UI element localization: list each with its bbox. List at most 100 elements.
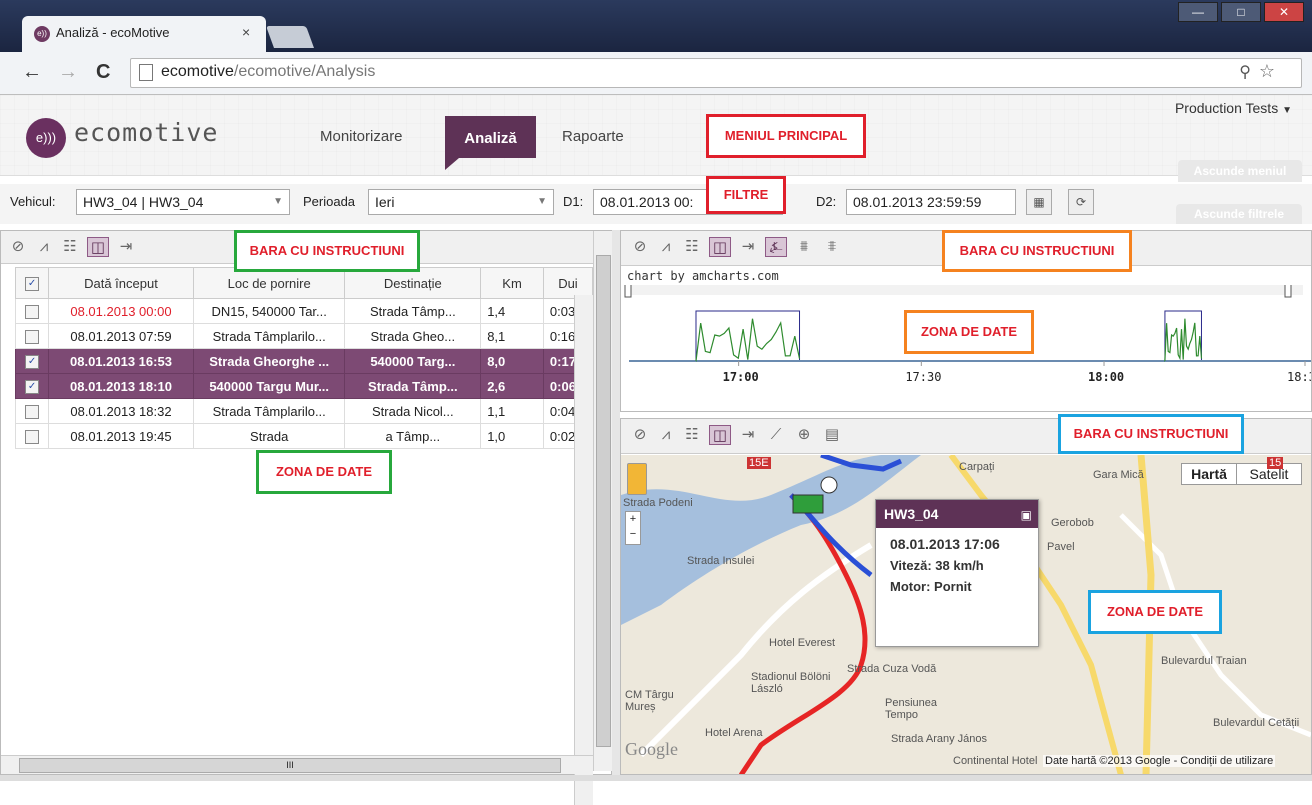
row-checkbox[interactable]: ✓	[14, 373, 50, 399]
speed-chart-icon[interactable]: ⍼	[765, 237, 787, 257]
popup-engine: Motor: Pornit	[890, 579, 972, 594]
route-icon[interactable]: ⟋	[765, 425, 787, 445]
table-row[interactable]: 08.01.2013 19:45 Strada a Tâmp... 1,0 0:02	[14, 423, 594, 449]
restore-button[interactable]: □	[1221, 2, 1261, 22]
x-tick-label: 17:30	[905, 370, 941, 384]
map-label: Bulevardul Traian	[1161, 655, 1247, 667]
menu-analiza[interactable]: Analiză	[445, 116, 536, 170]
column-header[interactable]: Destinație	[344, 267, 482, 299]
list-icon[interactable]: ☷	[59, 237, 81, 257]
table-scrollbar-h[interactable]: III	[1, 755, 593, 774]
url-bar[interactable]: ecomotive/ecomotive/Analysis ⚲ ☆ ≡	[130, 58, 1302, 88]
calendar-icon[interactable]: ▦	[1026, 189, 1052, 215]
table-row[interactable]: 08.01.2013 00:00 DN15, 540000 Tar... Strad…	[14, 298, 594, 324]
vehicle-select[interactable]: HW3_04 | HW3_04 ▼	[76, 189, 290, 215]
d2-label: D2:	[816, 194, 837, 209]
close-icon[interactable]: ▣	[1021, 501, 1032, 529]
scroll-handle-left[interactable]	[624, 285, 632, 298]
panel-splitter[interactable]	[612, 230, 620, 775]
chart-icon[interactable]: ⩘	[655, 425, 677, 445]
row-checkbox[interactable]	[14, 398, 50, 424]
row-checkbox[interactable]	[14, 423, 50, 449]
x-tick-label: 18:00	[1088, 370, 1124, 384]
zoom-chart-icon[interactable]: ⩨	[821, 237, 843, 257]
hide-filters-button[interactable]: Ascunde filtrele	[1176, 204, 1302, 224]
cell-start: 08.01.2013 18:32	[48, 398, 194, 424]
table-row[interactable]: ✓ 08.01.2013 18:10 540000 Targu Mur... Stra…	[14, 373, 594, 399]
menu-rapoarte[interactable]: Rapoarte	[562, 128, 624, 145]
zoom-icon[interactable]: ⚲	[1239, 62, 1251, 82]
cell-to: 540000 Targ...	[344, 348, 482, 374]
account-dropdown[interactable]: Production Tests ▼	[1175, 100, 1292, 116]
account-name: Production Tests	[1174, 100, 1279, 116]
map-label: CM Târgu Mureș	[625, 689, 674, 713]
url-host: ecomotive	[161, 63, 234, 80]
map-type-harta-button[interactable]: Hartă	[1181, 463, 1237, 485]
layout-icon[interactable]: ◫	[87, 237, 109, 257]
chart-scrollbar[interactable]	[629, 285, 1303, 295]
speedometer-icon[interactable]: ⊘	[7, 237, 29, 257]
road-badge: 15E	[747, 457, 771, 469]
cell-to: Strada Tâmp...	[344, 373, 482, 399]
tab-title: Analiză - ecoMotive	[56, 25, 170, 40]
back-icon[interactable]: ←	[22, 62, 42, 82]
target-icon[interactable]: ⊕	[793, 425, 815, 445]
scroll-handle-right[interactable]	[1284, 285, 1292, 298]
select-all-checkbox[interactable]: ✓	[14, 267, 50, 299]
vehicle-value: HW3_04 | HW3_04	[83, 194, 204, 210]
comment-icon[interactable]: ▤	[821, 425, 843, 445]
chart-icon[interactable]: ⩘	[33, 237, 55, 257]
column-header[interactable]: Dată început	[48, 267, 194, 299]
close-window-button[interactable]: ✕	[1264, 2, 1304, 22]
layout-icon[interactable]: ◫	[709, 425, 731, 445]
star-icon[interactable]: ☆	[1259, 61, 1275, 82]
reload-icon[interactable]: C	[96, 62, 110, 82]
list-icon[interactable]: ☷	[681, 237, 703, 257]
forward-icon[interactable]: →	[58, 62, 78, 82]
column-header[interactable]: Loc de pornire	[192, 267, 346, 299]
speedometer-icon[interactable]: ⊘	[629, 425, 651, 445]
table-row[interactable]: 08.01.2013 07:59 Strada Tâmplarilo... Stra…	[14, 323, 594, 349]
url-path: /ecomotive/Analysis	[233, 63, 376, 80]
column-header[interactable]: Dui	[542, 267, 594, 299]
row-checkbox[interactable]	[14, 323, 50, 349]
minimize-button[interactable]: —	[1178, 2, 1218, 22]
trips-table: ✓ Dată început Loc de pornire Destinație…	[14, 267, 594, 449]
table-row[interactable]: ✓ 08.01.2013 16:53 Strada Gheorghe ... 5400…	[14, 348, 594, 374]
d2-input[interactable]: 08.01.2013 23:59:59	[846, 189, 1016, 215]
street-view-icon[interactable]	[627, 463, 647, 495]
hide-menu-button[interactable]: Ascunde meniul	[1178, 160, 1302, 182]
map-attribution[interactable]: Date hartă ©2013 Google - Condiții de ut…	[1043, 755, 1276, 767]
new-tab-button[interactable]	[265, 26, 315, 48]
export-icon[interactable]: ⇥	[737, 237, 759, 257]
map-label: Pavel	[1047, 541, 1075, 553]
ecomotive-favicon-icon: e))	[34, 26, 50, 42]
filter-icon[interactable]: ⩩	[793, 237, 815, 257]
tab-close-icon[interactable]: ×	[242, 24, 250, 40]
chart-credit: chart by amcharts.com	[627, 269, 779, 283]
row-checkbox[interactable]	[14, 298, 50, 324]
chart-icon[interactable]: ⩘	[655, 237, 677, 257]
popup-date: 08.01.2013 17:06	[890, 536, 1000, 552]
table-scrollbar-v[interactable]	[574, 295, 593, 805]
layout-icon[interactable]: ◫	[709, 237, 731, 257]
period-select[interactable]: Ieri ▼	[368, 189, 554, 215]
chevron-down-icon: ▼	[537, 196, 547, 207]
table-row[interactable]: 08.01.2013 18:32 Strada Tâmplarilo... Stra…	[14, 398, 594, 424]
column-header[interactable]: Km	[480, 267, 544, 299]
speedometer-icon[interactable]: ⊘	[629, 237, 651, 257]
zoom-control[interactable]: + −	[625, 511, 641, 545]
cell-from: DN15, 540000 Tar...	[192, 298, 346, 324]
list-icon[interactable]: ☷	[681, 425, 703, 445]
row-checkbox[interactable]: ✓	[14, 348, 50, 374]
panel-scrollbar-v[interactable]	[593, 231, 612, 771]
export-icon[interactable]: ⇥	[115, 237, 137, 257]
scrollbar-thumb[interactable]: III	[19, 758, 561, 773]
cell-to: a Tâmp...	[344, 423, 482, 449]
scrollbar-thumb[interactable]	[596, 255, 611, 747]
menu-monitorizare[interactable]: Monitorizare	[320, 128, 403, 145]
refresh-icon[interactable]: ⟳	[1068, 189, 1094, 215]
checkbox-icon: ✓	[25, 379, 40, 394]
browser-tab[interactable]: e)) Analiză - ecoMotive ×	[22, 16, 266, 52]
export-icon[interactable]: ⇥	[737, 425, 759, 445]
